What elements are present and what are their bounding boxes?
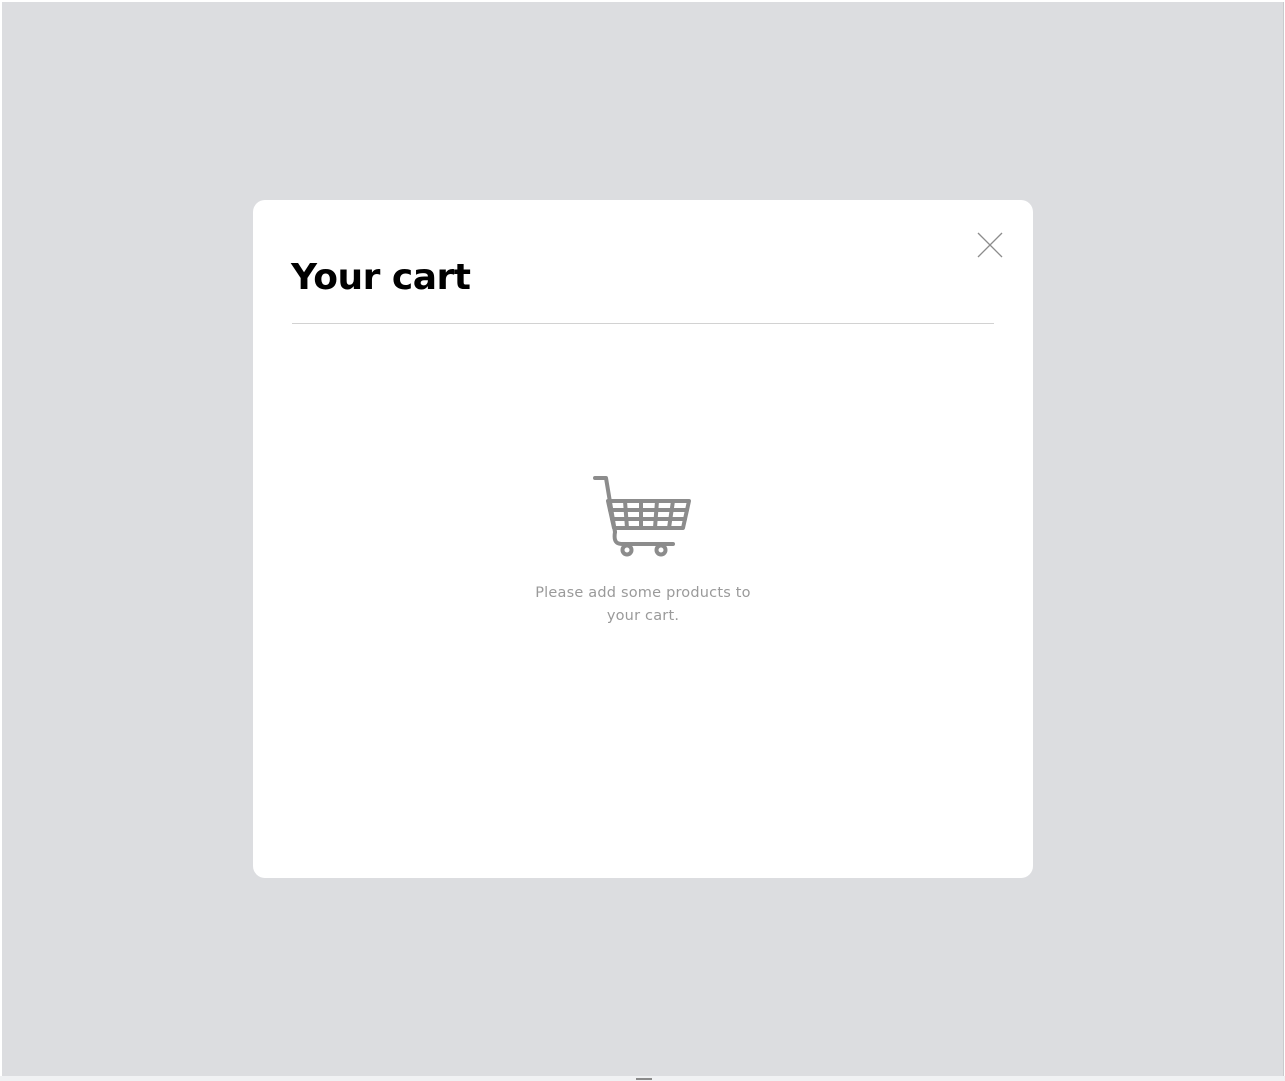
shopping-cart-icon (593, 476, 691, 557)
cart-title: Your cart (291, 257, 471, 298)
title-divider (292, 323, 994, 324)
cart-modal: Your cart Please add some products to yo… (253, 200, 1033, 878)
scroll-indicator (636, 1078, 652, 1080)
empty-cart-message: Please add some products to your cart. (535, 585, 751, 624)
empty-cart-state: Please add some products to your cart. (253, 474, 1033, 628)
close-button[interactable] (975, 230, 1005, 260)
close-icon (977, 232, 1003, 258)
